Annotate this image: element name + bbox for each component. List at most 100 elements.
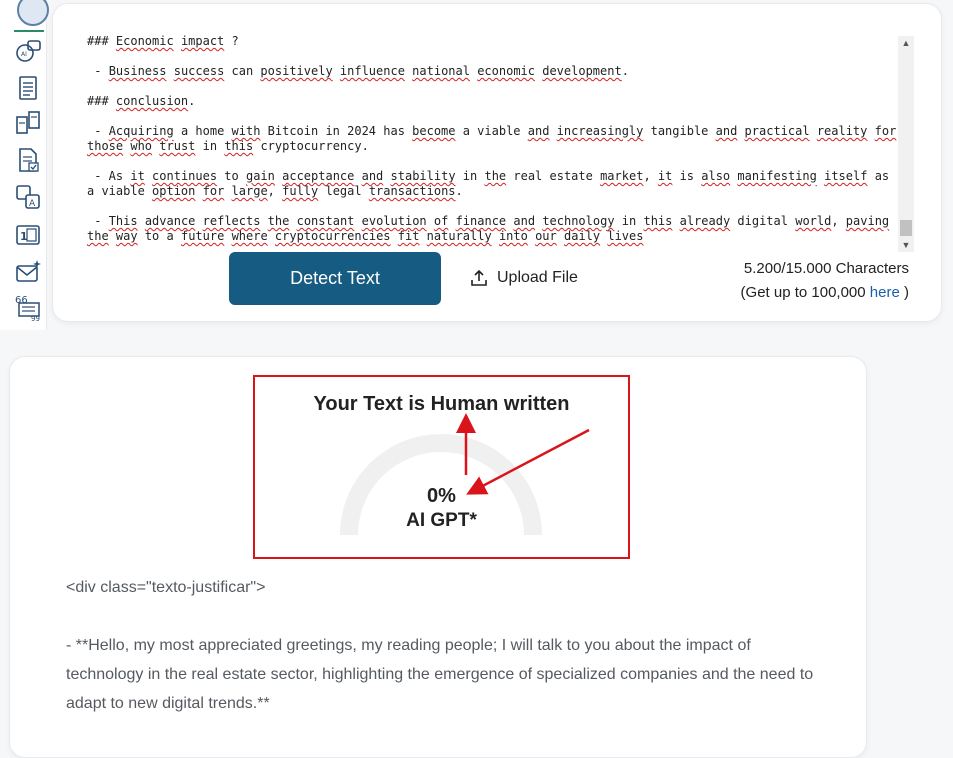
brain-logo-icon[interactable] bbox=[17, 0, 49, 26]
misspelled-word[interactable]: and bbox=[716, 124, 738, 138]
misspelled-word[interactable]: continues bbox=[152, 169, 217, 183]
misspelled-word[interactable]: this bbox=[224, 139, 253, 153]
misspelled-word[interactable]: manifesting bbox=[737, 169, 816, 183]
translate-icon[interactable]: A bbox=[14, 183, 44, 213]
misspelled-word[interactable]: those bbox=[87, 139, 123, 153]
misspelled-word[interactable]: reflects bbox=[203, 214, 261, 228]
annotation-arrows bbox=[456, 413, 590, 495]
misspelled-word[interactable]: economic bbox=[477, 64, 535, 78]
misspelled-word[interactable]: for bbox=[203, 184, 225, 198]
misspelled-word[interactable]: success bbox=[174, 64, 225, 78]
ai-chat-icon[interactable]: AI bbox=[14, 38, 44, 68]
misspelled-word[interactable]: large bbox=[232, 184, 268, 198]
active-indicator bbox=[14, 30, 44, 32]
misspelled-word[interactable]: positively bbox=[260, 64, 332, 78]
misspelled-word[interactable]: transactions bbox=[369, 184, 456, 198]
scroll-down-icon[interactable]: ▼ bbox=[898, 238, 914, 252]
editor-line: - As it continues to gain acceptance and… bbox=[87, 169, 897, 198]
misspelled-word[interactable]: with bbox=[232, 124, 261, 138]
misspelled-word[interactable]: market bbox=[600, 169, 643, 183]
misspelled-word[interactable]: gain bbox=[246, 169, 275, 183]
misspelled-word[interactable]: development bbox=[542, 64, 621, 78]
editor-line: - Business success can positively influe… bbox=[87, 64, 629, 78]
misspelled-word[interactable]: impact bbox=[181, 34, 224, 48]
misspelled-word[interactable]: and bbox=[362, 169, 384, 183]
misspelled-word[interactable]: constant bbox=[297, 214, 355, 228]
misspelled-word[interactable]: cryptocurrencies bbox=[275, 229, 391, 243]
text-editor[interactable]: ### Economic impact ? - Business success… bbox=[87, 34, 897, 252]
svg-text:66: 66 bbox=[15, 295, 28, 306]
compare-icon[interactable] bbox=[14, 109, 44, 139]
misspelled-word[interactable]: paving bbox=[846, 214, 889, 228]
scroll-up-icon[interactable]: ▲ bbox=[898, 36, 914, 50]
misspelled-word[interactable]: our bbox=[535, 229, 557, 243]
misspelled-word[interactable]: where bbox=[232, 229, 268, 243]
document-check-icon[interactable] bbox=[14, 146, 44, 176]
misspelled-word[interactable]: already bbox=[680, 214, 731, 228]
scrollbar-thumb[interactable] bbox=[900, 220, 912, 236]
misspelled-word[interactable]: become bbox=[412, 124, 455, 138]
misspelled-word[interactable]: and bbox=[513, 214, 535, 228]
svg-text:AI: AI bbox=[21, 51, 27, 58]
misspelled-word[interactable]: practical bbox=[745, 124, 810, 138]
misspelled-word[interactable]: of bbox=[434, 214, 448, 228]
misspelled-word[interactable]: technology bbox=[542, 214, 614, 228]
misspelled-word[interactable]: Business bbox=[109, 64, 167, 78]
misspelled-word[interactable]: and bbox=[528, 124, 550, 138]
misspelled-word[interactable]: Economic bbox=[116, 34, 174, 48]
misspelled-word[interactable]: itself bbox=[824, 169, 867, 183]
misspelled-word[interactable]: increasingly bbox=[557, 124, 644, 138]
upgrade-link[interactable]: here bbox=[870, 284, 900, 301]
editor-line: - This advance reflects the constant evo… bbox=[87, 214, 890, 243]
misspelled-word[interactable]: finance bbox=[456, 214, 507, 228]
misspelled-word[interactable]: fit bbox=[398, 229, 420, 243]
misspelled-word[interactable]: the bbox=[87, 229, 109, 243]
detect-text-button[interactable]: Detect Text bbox=[229, 252, 441, 305]
misspelled-word[interactable]: this bbox=[643, 214, 672, 228]
editor-scrollbar[interactable]: ▲ ▼ bbox=[898, 36, 914, 252]
text-input-card: ### Economic impact ? - Business success… bbox=[52, 3, 942, 322]
misspelled-word[interactable]: acceptance bbox=[282, 169, 354, 183]
misspelled-word[interactable]: the bbox=[268, 214, 290, 228]
misspelled-word[interactable]: lives bbox=[607, 229, 643, 243]
upgrade-prefix: (Get up to 100,000 bbox=[740, 284, 870, 301]
character-count-text: 5.200/15.000 Characters bbox=[743, 260, 909, 277]
svg-text:A: A bbox=[29, 199, 36, 209]
misspelled-word[interactable]: option bbox=[152, 184, 195, 198]
misspelled-word[interactable]: naturally bbox=[427, 229, 492, 243]
misspelled-word[interactable]: the bbox=[484, 169, 506, 183]
mail-sparkle-icon[interactable] bbox=[14, 258, 44, 288]
misspelled-word[interactable]: who bbox=[130, 139, 152, 153]
misspelled-word[interactable]: This bbox=[109, 214, 138, 228]
misspelled-word[interactable]: stability bbox=[391, 169, 456, 183]
upload-file-label: Upload File bbox=[497, 269, 578, 286]
quote-icon[interactable]: 66 99 bbox=[14, 294, 44, 324]
result-card: Your Text is Human written 0% AI GPT* <d… bbox=[9, 356, 867, 758]
misspelled-word[interactable]: also bbox=[701, 169, 730, 183]
result-highlight-box: Your Text is Human written 0% AI GPT* bbox=[253, 375, 630, 559]
misspelled-word[interactable]: conclusion bbox=[116, 94, 188, 108]
result-body-text: <div class="texto-justificar"> - **Hello,… bbox=[66, 573, 816, 747]
misspelled-word[interactable]: it bbox=[658, 169, 672, 183]
misspelled-word[interactable]: national bbox=[412, 64, 470, 78]
character-count: 5.200/15.000 Characters (Get up to 100,0… bbox=[741, 257, 909, 305]
misspelled-word[interactable]: trust bbox=[159, 139, 195, 153]
misspelled-word[interactable]: way bbox=[116, 229, 138, 243]
document-list-icon[interactable] bbox=[14, 74, 44, 104]
misspelled-word[interactable]: it bbox=[130, 169, 144, 183]
misspelled-word[interactable]: world bbox=[795, 214, 831, 228]
upload-file-button[interactable]: Upload File bbox=[469, 266, 578, 290]
misspelled-word[interactable]: future bbox=[181, 229, 224, 243]
misspelled-word[interactable]: Acquiring bbox=[109, 124, 174, 138]
misspelled-word[interactable]: influence bbox=[340, 64, 405, 78]
misspelled-word[interactable]: fully bbox=[282, 184, 318, 198]
body-paragraph: <div class="texto-justificar"> bbox=[66, 579, 266, 596]
misspelled-word[interactable]: daily bbox=[564, 229, 600, 243]
counter-icon[interactable]: 1 bbox=[14, 221, 44, 251]
misspelled-word[interactable]: reality bbox=[817, 124, 868, 138]
editor-line: - Acquiring a home with Bitcoin in 2024 … bbox=[87, 124, 897, 153]
misspelled-word[interactable]: for bbox=[875, 124, 897, 138]
misspelled-word[interactable]: into bbox=[499, 229, 528, 243]
misspelled-word[interactable]: evolution bbox=[362, 214, 427, 228]
misspelled-word[interactable]: advance bbox=[145, 214, 196, 228]
